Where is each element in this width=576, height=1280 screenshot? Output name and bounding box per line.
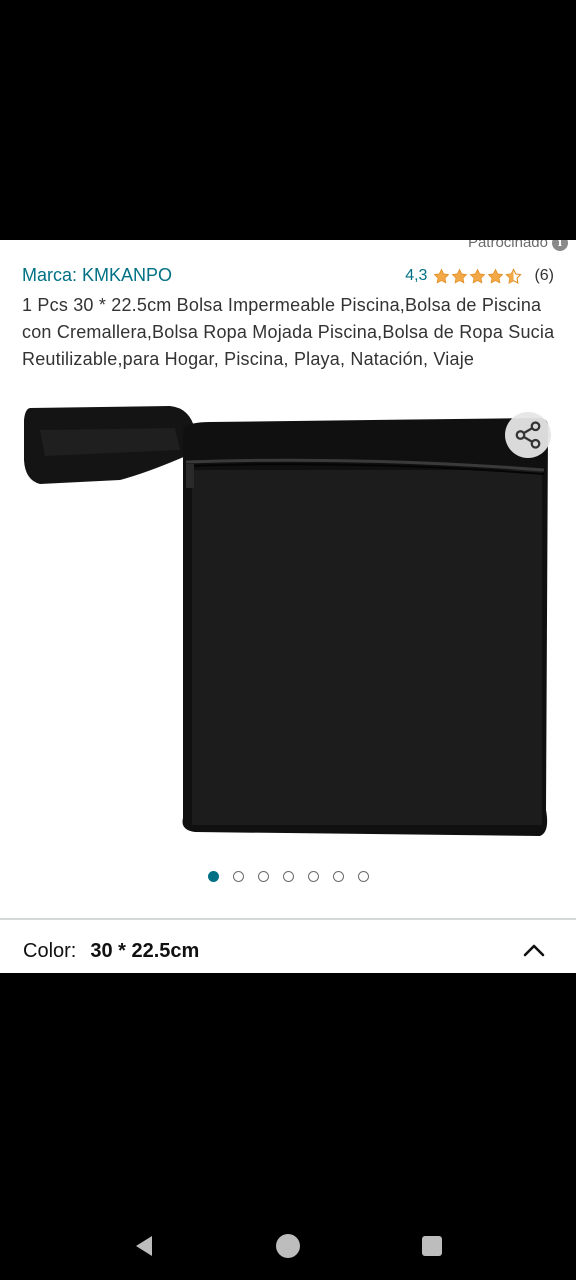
- color-label: Color:: [23, 940, 77, 962]
- share-icon: [515, 421, 541, 449]
- color-selector[interactable]: Color: 30 * 22.5cm: [23, 940, 199, 963]
- brand-link[interactable]: Marca: KMKANPO: [22, 265, 172, 286]
- home-icon[interactable]: [276, 1234, 300, 1258]
- product-image[interactable]: [0, 400, 576, 840]
- share-button[interactable]: [505, 412, 551, 458]
- carousel-dot[interactable]: [232, 871, 244, 882]
- color-value: 30 * 22.5cm: [90, 940, 200, 962]
- carousel-dot[interactable]: [332, 871, 344, 882]
- rating-count: (6): [534, 267, 554, 284]
- info-icon[interactable]: i: [552, 240, 568, 251]
- carousel-dot[interactable]: [257, 871, 269, 882]
- sponsored-label[interactable]: Patrocinado i: [468, 240, 568, 251]
- star-icon: [470, 268, 486, 284]
- carousel-dot[interactable]: [307, 871, 319, 882]
- recent-apps-icon[interactable]: [422, 1236, 442, 1256]
- divider: [0, 918, 576, 920]
- system-nav-bar: [0, 1200, 576, 1280]
- star-icon: [452, 268, 468, 284]
- carousel-dot[interactable]: [357, 871, 369, 882]
- top-black-area: [0, 0, 576, 240]
- rating-value: 4,3: [405, 267, 428, 284]
- half-star-icon: [505, 267, 523, 284]
- rating-stars: [433, 267, 523, 285]
- carousel-dot[interactable]: [207, 871, 219, 882]
- star-icon: [434, 268, 450, 284]
- rating-summary[interactable]: 4,3 (6): [405, 267, 554, 285]
- star-icon: [488, 268, 504, 284]
- chevron-up-icon[interactable]: [522, 940, 546, 960]
- sponsored-text: Patrocinado: [467, 240, 548, 251]
- back-icon[interactable]: [132, 1234, 156, 1258]
- carousel-dot[interactable]: [282, 871, 294, 882]
- product-panel: Patrocinado i Marca: KMKANPO 4,3 (6) 1 P…: [0, 240, 576, 973]
- product-title[interactable]: 1 Pcs 30 * 22.5cm Bolsa Impermeable Pisc…: [22, 292, 562, 373]
- carousel-indicators: [0, 871, 576, 882]
